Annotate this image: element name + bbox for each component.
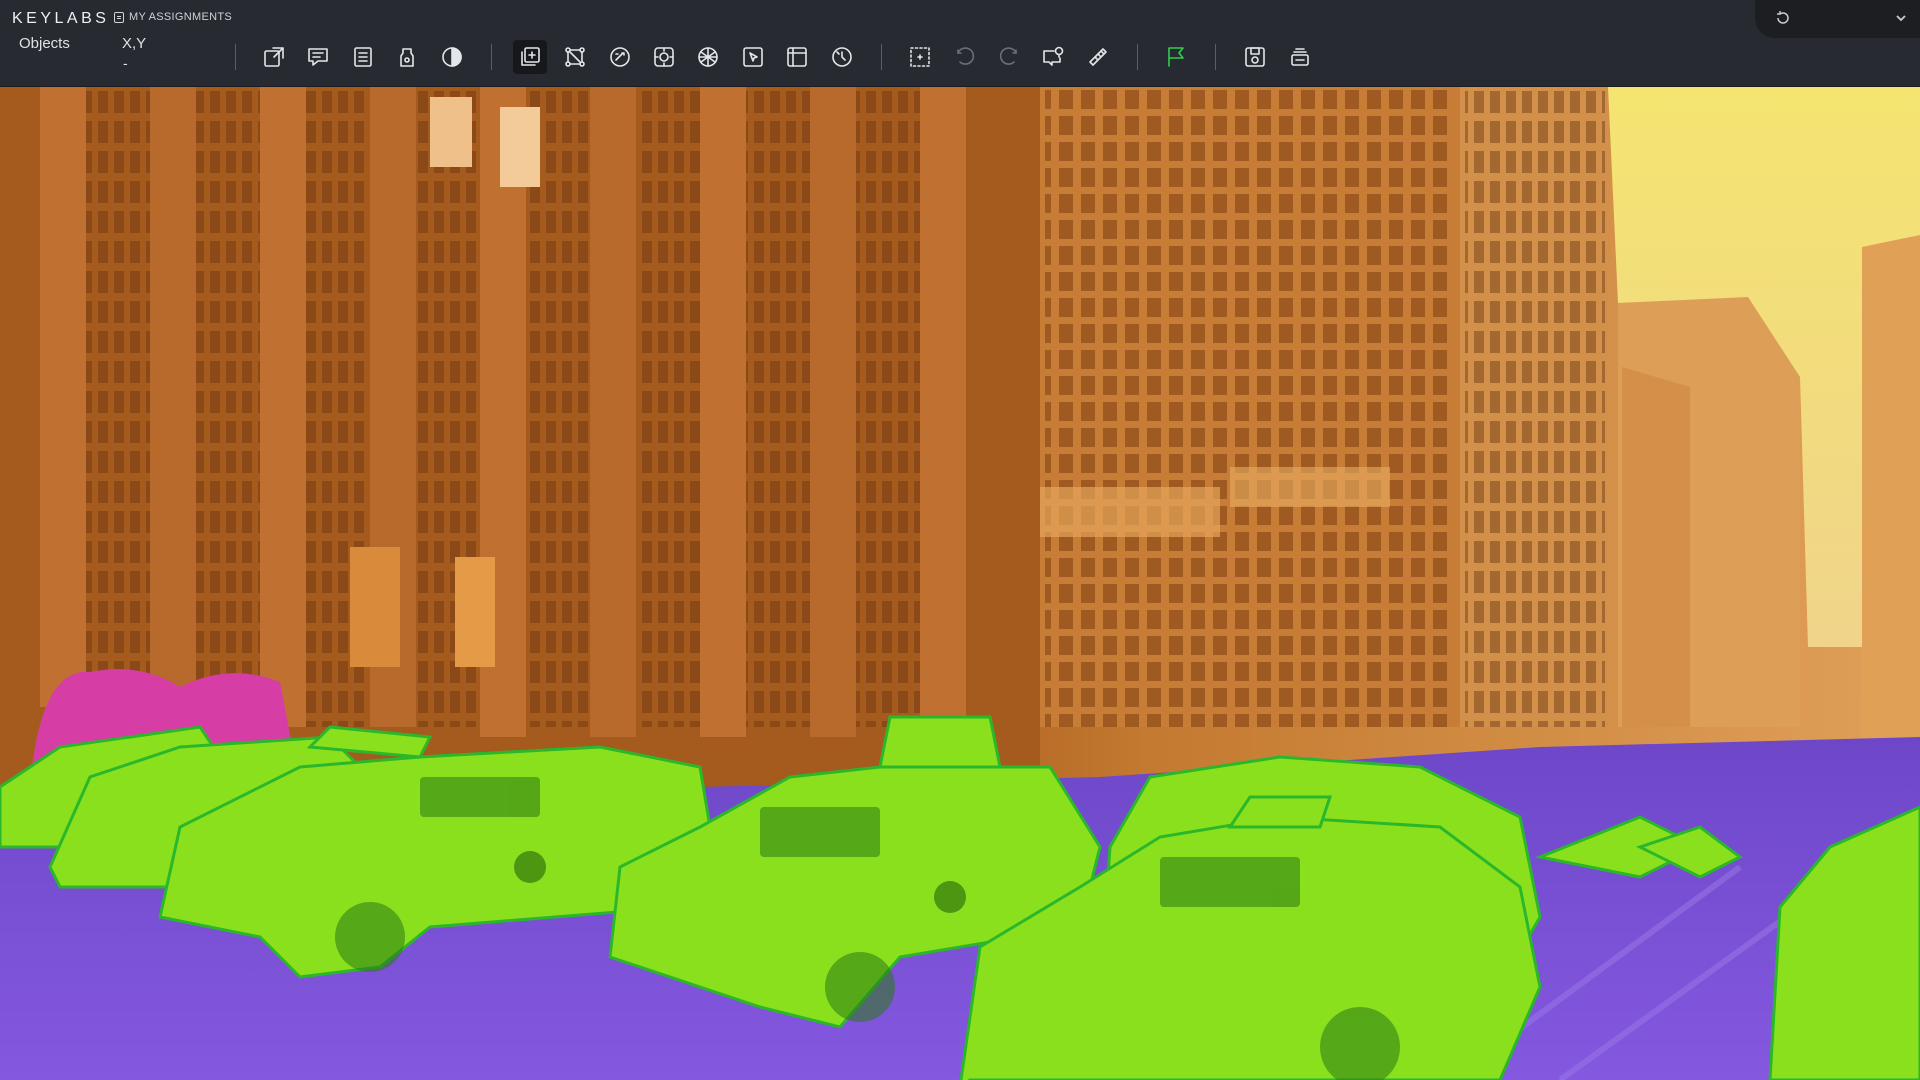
- document-icon: [114, 11, 124, 23]
- comment-button[interactable]: [301, 40, 335, 74]
- select-icon: [910, 47, 930, 67]
- copy-frame-icon: [521, 47, 540, 66]
- marker-icon: [400, 48, 414, 67]
- cursor-box-icon: [743, 47, 763, 67]
- save-button[interactable]: [1238, 40, 1272, 74]
- magic-icon: [610, 47, 630, 67]
- undo-icon: [957, 47, 975, 65]
- history-panel: [1755, 0, 1920, 38]
- app-logo: KEYLABS: [12, 10, 110, 27]
- mesh-button[interactable]: [691, 40, 725, 74]
- grid-box-button[interactable]: [780, 40, 814, 74]
- location-comment-button[interactable]: [1036, 40, 1070, 74]
- grid-box-icon: [787, 47, 807, 67]
- objects-tab[interactable]: Objects: [19, 35, 70, 52]
- contrast-icon: [442, 47, 462, 67]
- cursor-box-button[interactable]: [736, 40, 770, 74]
- contrast-button[interactable]: [435, 40, 469, 74]
- segmentation-image: [0, 87, 1920, 1080]
- stack-button[interactable]: [1283, 40, 1317, 74]
- segment-button[interactable]: [647, 40, 681, 74]
- top-toolbar: KEYLABS MY ASSIGNMENTS Objects X,Y -: [0, 0, 1920, 87]
- comment-icon: [308, 48, 328, 66]
- my-assignments-link[interactable]: MY ASSIGNMENTS: [114, 11, 232, 23]
- save-icon: [1245, 47, 1265, 67]
- location-comment-icon: [1043, 46, 1064, 66]
- coords-label: X,Y: [122, 35, 147, 52]
- undo-button[interactable]: [948, 40, 982, 74]
- select-button[interactable]: [903, 40, 937, 74]
- redo-icon: [999, 47, 1017, 65]
- toolbar-divider: [235, 44, 236, 70]
- toolbar-divider: [1215, 44, 1216, 70]
- coords-value: -: [123, 55, 128, 71]
- flag-icon: [1168, 47, 1184, 67]
- stack-icon: [1291, 48, 1309, 66]
- history-icon[interactable]: [1775, 10, 1791, 26]
- mesh-icon: [698, 47, 718, 67]
- list-button[interactable]: [346, 40, 380, 74]
- my-assignments-label: MY ASSIGNMENTS: [129, 11, 233, 23]
- polygon-button[interactable]: [558, 40, 592, 74]
- flag-button[interactable]: [1159, 40, 1193, 74]
- ruler-icon: [1089, 48, 1107, 66]
- magic-button[interactable]: [603, 40, 637, 74]
- annotation-canvas[interactable]: [0, 87, 1920, 1080]
- building-center: [1040, 87, 1460, 727]
- export-button[interactable]: [257, 40, 291, 74]
- timer-button[interactable]: [825, 40, 859, 74]
- marker-button[interactable]: [390, 40, 424, 74]
- toolbar-divider: [881, 44, 882, 70]
- list-icon: [354, 47, 372, 67]
- segment-icon: [654, 47, 674, 67]
- export-icon: [264, 47, 284, 67]
- ruler-button[interactable]: [1081, 40, 1115, 74]
- toolbar-divider: [491, 44, 492, 70]
- toolbar-divider: [1137, 44, 1138, 70]
- polygon-icon: [565, 47, 585, 67]
- timer-icon: [832, 47, 852, 67]
- chevron-down-icon[interactable]: [1894, 11, 1908, 25]
- redo-button[interactable]: [992, 40, 1026, 74]
- copy-frame-button[interactable]: [513, 40, 547, 74]
